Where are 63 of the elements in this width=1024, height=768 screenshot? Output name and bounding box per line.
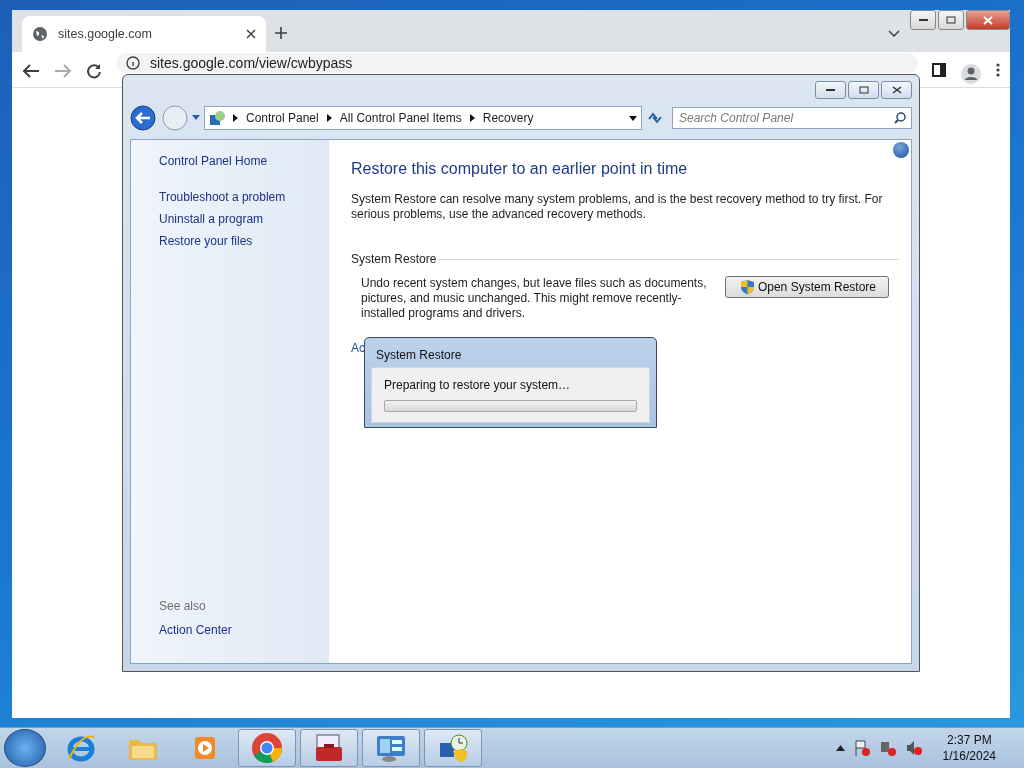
- close-icon[interactable]: [246, 29, 256, 39]
- section-title: System Restore: [351, 252, 437, 266]
- show-hidden-icons[interactable]: [835, 745, 845, 751]
- sidebar-link[interactable]: Control Panel Home: [159, 154, 329, 168]
- taskbar-button[interactable]: [300, 729, 358, 767]
- dialog-message: Preparing to restore your system…: [384, 378, 572, 392]
- address-bar[interactable]: sites.google.com/view/cwbypass: [116, 53, 918, 73]
- info-icon: [126, 56, 140, 70]
- internet-explorer-icon: [66, 733, 96, 763]
- chevron-icon: [233, 114, 238, 122]
- globe-icon: [32, 26, 48, 42]
- sidebar-link[interactable]: Restore your files: [159, 234, 329, 248]
- maximize-icon: [858, 86, 869, 94]
- close-button[interactable]: [966, 10, 1010, 30]
- clock-date: 1/16/2024: [942, 748, 996, 764]
- dropdown-icon[interactable]: [629, 115, 637, 121]
- dialog-title: System Restore: [375, 347, 463, 364]
- browser-tab[interactable]: sites.google.com: [22, 16, 266, 52]
- clock[interactable]: 2:37 PM 1/16/2024: [942, 732, 996, 764]
- minimize-button[interactable]: [815, 81, 846, 99]
- search-field[interactable]: Search Control Panel: [672, 107, 912, 129]
- close-icon: [983, 15, 993, 25]
- chrome-icon: [251, 732, 283, 764]
- search-icon: [894, 112, 906, 124]
- breadcrumb-bar[interactable]: Control Panel All Control Panel Items Recovery: [204, 106, 642, 130]
- taskbar-button[interactable]: [424, 729, 482, 767]
- minimize-button[interactable]: [910, 10, 936, 30]
- url-text: sites.google.com/view/cwbypass: [150, 55, 353, 71]
- menu-icon[interactable]: [996, 63, 1000, 77]
- chevron-icon: [469, 114, 475, 122]
- chevron-down-icon[interactable]: [888, 30, 900, 38]
- sidebar-link[interactable]: Action Center: [159, 623, 329, 637]
- action-center-icon[interactable]: [852, 739, 871, 757]
- new-tab-icon[interactable]: [274, 26, 288, 40]
- section-description: Undo recent system changes, but leave files such as documents, pictures, and music unchanged. This might remove recently-installed programs and drivers.: [361, 276, 708, 321]
- intro-text: System Restore can resolve many system problems, and is the best recovery method to try first. For serious problems, use the advanced recovery methods.: [351, 192, 884, 222]
- system-restore-icon: [437, 733, 469, 763]
- breadcrumb-item[interactable]: All Control Panel Items: [339, 111, 462, 125]
- taskbar-button[interactable]: [238, 729, 296, 767]
- speaker-muted-icon[interactable]: [904, 739, 923, 757]
- breadcrumb-item[interactable]: Recovery: [482, 111, 534, 125]
- minimize-icon: [918, 18, 928, 22]
- clock-time: 2:37 PM: [946, 732, 992, 748]
- toolbox-icon: [313, 733, 345, 763]
- profile-icon[interactable]: [960, 63, 982, 85]
- reload-icon[interactable]: [86, 63, 102, 79]
- back-icon[interactable]: [22, 63, 40, 79]
- page-heading: Restore this computer to an earlier point in time: [351, 160, 689, 178]
- shield-icon: [739, 279, 755, 295]
- maximize-icon: [946, 16, 956, 24]
- see-also-heading: See also: [159, 599, 207, 613]
- close-button[interactable]: [881, 81, 912, 99]
- back-icon[interactable]: [130, 105, 158, 131]
- chevron-icon: [326, 114, 332, 122]
- breadcrumb-item[interactable]: Control Panel: [246, 111, 319, 125]
- taskbar-button[interactable]: [362, 729, 420, 767]
- sidebar-link[interactable]: Uninstall a program: [159, 212, 329, 226]
- start-button[interactable]: [4, 729, 46, 767]
- close-icon: [891, 86, 902, 94]
- sidebar-link[interactable]: Troubleshoot a problem: [159, 190, 329, 204]
- network-icon[interactable]: [878, 739, 897, 757]
- side-panel-icon[interactable]: [932, 63, 946, 77]
- open-system-restore-button[interactable]: Open System Restore: [724, 276, 889, 298]
